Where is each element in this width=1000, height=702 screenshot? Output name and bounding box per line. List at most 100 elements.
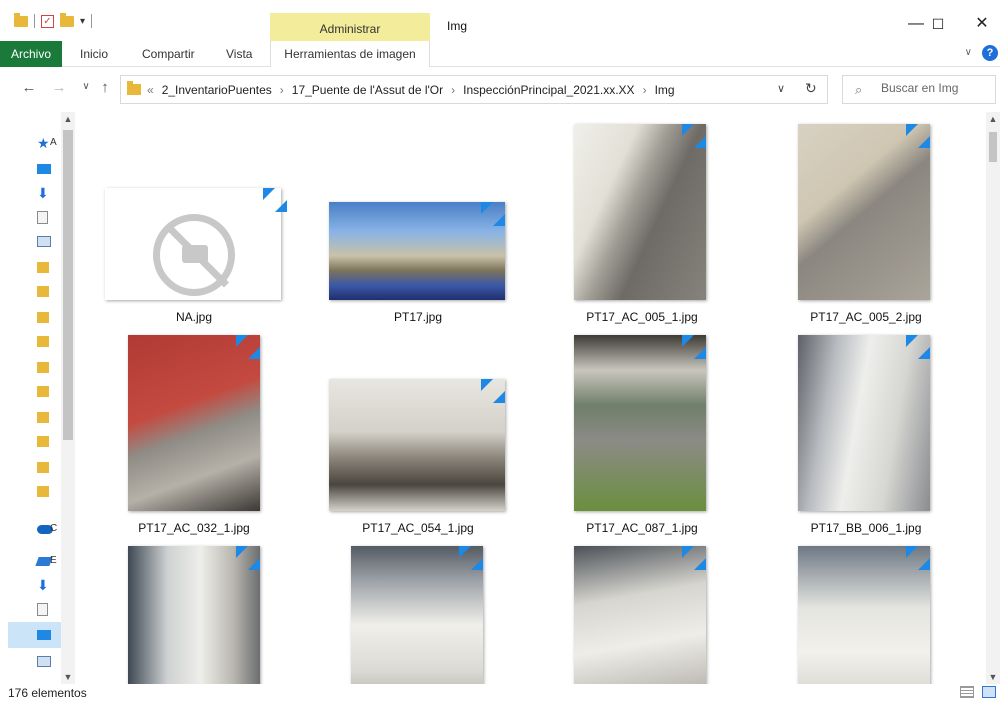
breadcrumb-item[interactable]: 17_Puente de l'Assut de l'Or [292,83,443,97]
file-thumbnail[interactable] [574,335,706,511]
scroll-down-icon[interactable]: ▼ [61,672,75,682]
file-thumbnail[interactable] [574,124,706,300]
navigation-pane-scrollbar[interactable]: ▲ ▼ [61,112,75,684]
file-thumbnail[interactable] [329,379,505,511]
file-thumbnail[interactable] [128,335,260,511]
close-button[interactable]: ✕ [962,12,1000,36]
folder-icon [37,312,49,323]
help-icon[interactable]: ? [982,45,998,61]
nav-item[interactable] [37,232,63,250]
compressed-overlay-icon [459,546,483,570]
search-input[interactable] [881,81,991,95]
details-view-icon[interactable] [960,686,974,698]
compressed-overlay-icon [682,335,706,359]
file-thumbnail[interactable] [105,188,281,300]
quick-access-toolbar: ✓ ▾ [14,12,93,28]
up-button[interactable]: ↑ [96,79,114,96]
folder-icon [37,262,49,273]
recent-locations-button[interactable]: ∨ [77,81,95,92]
nav-item[interactable] [37,208,63,226]
refresh-button[interactable]: ↻ [805,80,817,97]
nav-item[interactable] [37,382,63,400]
nav-item[interactable] [37,160,63,178]
properties-icon[interactable]: ✓ [41,14,54,28]
nav-item[interactable] [37,432,63,450]
nav-item[interactable]: ⬇ [37,576,63,594]
expand-ribbon-icon[interactable]: ∨ [965,47,972,58]
nav-item[interactable] [37,282,63,300]
nav-label-fragment: A [50,137,57,148]
file-name[interactable]: PT17_AC_005_1.jpg [542,310,742,324]
desktop-icon [37,630,51,640]
picture-icon [37,656,51,667]
file-thumbnail[interactable] [798,124,930,300]
contextual-tab-group-label: Administrar [319,22,381,36]
scroll-up-icon[interactable]: ▲ [61,114,75,124]
search-icon: ⌕ [855,82,863,97]
breadcrumb-item[interactable]: InspecciónPrincipal_2021.xx.XX [463,83,634,97]
nav-item[interactable] [37,408,63,426]
file-thumbnail[interactable] [329,202,505,300]
breadcrumb-separator[interactable]: › [451,83,455,97]
file-list: NA.jpg PT17.jpg PT17_AC_005_1.jpg PT17_A… [76,112,986,684]
folder-icon [37,412,49,423]
compressed-overlay-icon [906,124,930,148]
camera-icon [182,245,208,263]
title-bar: ✓ ▾ Administrar Img — ☐ ✕ [0,0,1000,41]
file-name[interactable]: PT17_AC_005_2.jpg [766,310,966,324]
compressed-overlay-icon [906,546,930,570]
file-name[interactable]: PT17_AC_054_1.jpg [318,521,518,535]
breadcrumb-item-current[interactable]: Img [655,83,675,97]
nav-item[interactable] [37,482,63,500]
new-folder-icon[interactable] [60,12,74,27]
folder-icon [37,336,49,347]
file-name[interactable]: PT17.jpg [318,310,518,324]
window-title: Img [447,19,468,33]
breadcrumb-item[interactable]: 2_InventarioPuentes [162,83,272,97]
back-button[interactable]: ← [20,79,38,96]
file-explorer-window: ✓ ▾ Administrar Img — ☐ ✕ Archivo Inicio… [0,0,1000,702]
tab-herramientas-de-imagen[interactable]: Herramientas de imagen [270,41,430,67]
maximize-button[interactable]: ☐ [918,12,958,36]
nav-item[interactable]: ⬇ [37,184,63,202]
nav-item[interactable] [37,600,63,618]
breadcrumb-separator[interactable]: › [280,83,284,97]
scroll-up-icon[interactable]: ▲ [986,114,1000,124]
address-history-dropdown[interactable]: ∨ [777,82,785,95]
nav-item[interactable] [37,308,63,326]
folder-icon [37,486,49,497]
nav-item[interactable] [37,626,63,644]
folder-icon[interactable] [14,12,28,27]
scrollbar-thumb[interactable] [989,132,997,162]
breadcrumb-overflow[interactable]: « [147,83,154,97]
nav-item[interactable] [37,258,63,276]
toolbar-separator [34,14,35,28]
tab-inicio[interactable]: Inicio [80,41,108,67]
file-thumbnail[interactable] [798,335,930,511]
scrollbar-thumb[interactable] [63,130,73,440]
nav-item[interactable] [37,458,63,476]
forward-button[interactable]: → [50,79,68,96]
file-name[interactable]: NA.jpg [94,310,294,324]
scroll-down-icon[interactable]: ▼ [986,672,1000,682]
nav-item[interactable] [37,332,63,350]
navigation-bar: ← → ∨ ↑ « 2_InventarioPuentes › 17_Puent… [0,67,1000,111]
file-name[interactable]: PT17_BB_006_1.jpg [766,521,966,535]
file-name[interactable]: PT17_AC_032_1.jpg [94,521,294,535]
address-bar[interactable]: « 2_InventarioPuentes › 17_Puente de l'A… [120,75,828,104]
customize-toolbar-icon[interactable]: ▾ [80,16,85,27]
file-name[interactable]: PT17_AC_087_1.jpg [542,521,742,535]
compressed-overlay-icon [481,379,505,403]
tab-vista[interactable]: Vista [226,41,252,67]
breadcrumb-separator[interactable]: › [643,83,647,97]
nav-item[interactable] [37,652,63,670]
file-list-scrollbar[interactable]: ▲ ▼ [986,112,1000,684]
search-box[interactable]: ⌕ [842,75,996,104]
picture-icon [37,236,51,247]
tab-compartir[interactable]: Compartir [142,41,195,67]
compressed-overlay-icon [236,335,260,359]
tab-archivo[interactable]: Archivo [0,41,62,67]
contextual-tab-group[interactable]: Administrar [270,13,430,41]
large-icons-view-icon[interactable] [982,686,996,698]
nav-item[interactable] [37,358,63,376]
